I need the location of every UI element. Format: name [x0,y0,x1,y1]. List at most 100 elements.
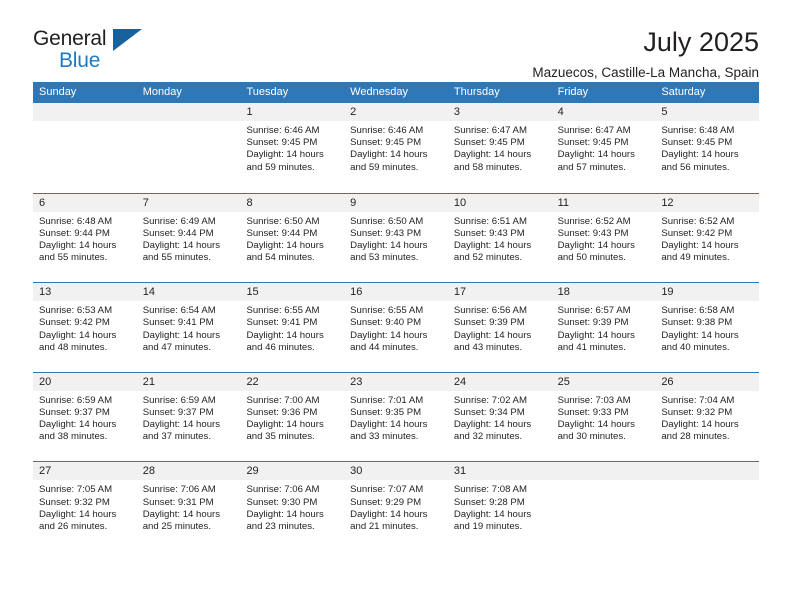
day-cell[interactable]: 5 Sunrise: 6:48 AM Sunset: 9:45 PM Daylight… [655,103,760,193]
day-sunset-text: Sunset: 9:33 PM [557,406,629,418]
day-cell[interactable]: 20 Sunrise: 6:59 AM Sunset: 9:37 PM Dayligh… [33,372,137,462]
day-daylight-1-text: Daylight: 14 hours [142,419,221,431]
day-sunrise-text: Sunrise: 6:56 AM [453,305,527,317]
day-daylight-2-text: and 41 minutes. [557,341,626,353]
day-daylight-1-text: Daylight: 14 hours [246,149,324,161]
day-cell[interactable]: 17 Sunrise: 6:56 AM Sunset: 9:39 PM Dayligh… [447,283,552,372]
general-blue-logo[interactable]: General Blue [33,28,151,74]
calendar-week-row: 6 Sunrise: 6:48 AM Sunset: 9:44 PM Daylight… [33,192,760,283]
day-cell[interactable]: 7 Sunrise: 6:49 AM Sunset: 9:44 PM Daylight… [136,193,241,283]
day-sunrise-text: Sunrise: 7:03 AM [557,394,631,406]
day-number: 10 [447,193,552,212]
day-details: Sunrise: 7:06 AM Sunset: 9:30 PM Daylight:… [240,480,344,533]
day-sunrise-text: Sunrise: 7:08 AM [453,484,527,496]
day-cell[interactable]: 22 Sunrise: 7:00 AM Sunset: 9:36 PM Dayligh… [240,372,345,462]
day-sunrise-text: Sunrise: 6:52 AM [661,215,735,227]
day-daylight-1-text: Daylight: 14 hours [39,329,117,341]
day-number: 3 [447,103,552,121]
day-cell[interactable]: 6 Sunrise: 6:48 AM Sunset: 9:44 PM Daylight… [33,193,137,283]
day-daylight-1-text: Daylight: 14 hours [453,419,532,431]
day-cell[interactable]: 10 Sunrise: 6:51 AM Sunset: 9:43 PM Dayligh… [447,193,552,283]
day-details: Sunrise: 6:54 AM Sunset: 9:41 PM Daylight:… [137,301,241,354]
day-daylight-1-text: Daylight: 14 hours [557,329,635,341]
day-details: Sunrise: 7:05 AM Sunset: 9:32 PM Daylight:… [33,480,137,533]
calendar-week-row: 27 Sunrise: 7:05 AM Sunset: 9:32 PM Dayligh… [33,461,760,551]
day-cell[interactable]: 15 Sunrise: 6:55 AM Sunset: 9:41 PM Dayligh… [240,283,345,372]
day-number [136,103,241,121]
day-sunset-text: Sunset: 9:44 PM [39,227,110,239]
day-cell[interactable]: 18 Sunrise: 6:57 AM Sunset: 9:39 PM Dayligh… [551,283,656,372]
day-number: 31 [447,462,552,481]
day-cell[interactable]: 4 Sunrise: 6:47 AM Sunset: 9:45 PM Daylight… [551,103,656,193]
day-sunrise-text: Sunrise: 7:05 AM [39,484,113,496]
day-cell[interactable]: 13 Sunrise: 6:53 AM Sunset: 9:42 PM Dayligh… [33,283,137,372]
day-details: Sunrise: 7:02 AM Sunset: 9:34 PM Daylight:… [448,391,552,444]
day-daylight-2-text: and 23 minutes. [246,520,315,532]
day-details: Sunrise: 6:55 AM Sunset: 9:40 PM Daylight:… [344,301,448,354]
day-cell[interactable]: 25 Sunrise: 7:03 AM Sunset: 9:33 PM Dayligh… [551,372,656,462]
page-header: General Blue July 2025 Mazuecos, Castill… [33,0,759,81]
day-cell[interactable]: 3 Sunrise: 6:47 AM Sunset: 9:45 PM Daylight… [447,103,552,193]
day-number: 22 [240,372,345,391]
day-details: Sunrise: 6:52 AM Sunset: 9:42 PM Daylight:… [655,212,759,265]
day-sunrise-text: Sunrise: 6:48 AM [39,215,113,227]
day-daylight-1-text: Daylight: 14 hours [453,508,532,520]
day-cell[interactable]: 9 Sunrise: 6:50 AM Sunset: 9:43 PM Daylight… [344,193,448,283]
calendar-weeks: 1 Sunrise: 6:46 AM Sunset: 9:45 PM Daylight… [33,103,760,551]
day-sunset-text: Sunset: 9:45 PM [557,137,629,149]
day-cell[interactable]: 1 Sunrise: 6:46 AM Sunset: 9:45 PM Daylight… [240,103,345,193]
day-number: 29 [240,462,345,481]
day-cell[interactable]: 27 Sunrise: 7:05 AM Sunset: 9:32 PM Dayligh… [33,462,137,551]
day-sunset-text: Sunset: 9:45 PM [246,137,318,149]
day-number: 13 [33,283,137,302]
day-details [137,121,241,125]
day-cell[interactable]: 30 Sunrise: 7:07 AM Sunset: 9:29 PM Dayligh… [344,462,448,551]
day-daylight-1-text: Daylight: 14 hours [142,329,221,341]
day-sunrise-text: Sunrise: 6:47 AM [557,125,631,136]
day-cell[interactable]: 28 Sunrise: 7:06 AM Sunset: 9:31 PM Dayligh… [136,462,241,551]
day-sunrise-text: Sunrise: 6:50 AM [246,215,320,227]
day-sunset-text: Sunset: 9:31 PM [142,496,214,508]
day-details: Sunrise: 6:55 AM Sunset: 9:41 PM Daylight:… [240,301,344,354]
day-sunrise-text: Sunrise: 6:52 AM [557,215,631,227]
day-details: Sunrise: 6:51 AM Sunset: 9:43 PM Daylight:… [448,212,552,265]
day-cell[interactable]: 8 Sunrise: 6:50 AM Sunset: 9:44 PM Daylight… [240,193,345,283]
day-cell[interactable]: 21 Sunrise: 6:59 AM Sunset: 9:37 PM Dayligh… [136,372,241,462]
day-cell[interactable]: 29 Sunrise: 7:06 AM Sunset: 9:30 PM Dayligh… [240,462,345,551]
day-sunset-text: Sunset: 9:28 PM [453,496,525,508]
day-sunrise-text: Sunrise: 6:55 AM [246,305,320,317]
day-cell[interactable]: 26 Sunrise: 7:04 AM Sunset: 9:32 PM Dayligh… [655,372,760,462]
day-daylight-1-text: Daylight: 14 hours [350,329,428,341]
day-sunrise-text: Sunrise: 7:00 AM [246,394,320,406]
day-number [551,462,656,481]
day-cell[interactable]: 24 Sunrise: 7:02 AM Sunset: 9:34 PM Dayligh… [447,372,552,462]
day-daylight-1-text: Daylight: 14 hours [661,149,739,161]
day-details: Sunrise: 6:46 AM Sunset: 9:45 PM Daylight:… [344,121,448,174]
day-daylight-1-text: Daylight: 14 hours [350,240,428,251]
day-cell[interactable]: 23 Sunrise: 7:01 AM Sunset: 9:35 PM Dayligh… [344,372,448,462]
day-number: 2 [344,103,448,121]
day-cell[interactable]: 31 Sunrise: 7:08 AM Sunset: 9:28 PM Dayligh… [447,462,552,551]
day-daylight-1-text: Daylight: 14 hours [661,240,739,251]
day-daylight-2-text: and 54 minutes. [246,252,315,264]
day-cell[interactable]: 11 Sunrise: 6:52 AM Sunset: 9:43 PM Dayligh… [551,193,656,283]
day-sunset-text: Sunset: 9:43 PM [557,227,629,239]
day-daylight-2-text: and 38 minutes. [39,431,108,443]
day-cell[interactable]: 14 Sunrise: 6:54 AM Sunset: 9:41 PM Dayligh… [136,283,241,372]
day-details: Sunrise: 6:46 AM Sunset: 9:45 PM Daylight:… [240,121,344,174]
day-sunset-text: Sunset: 9:40 PM [350,317,422,329]
day-number: 25 [551,372,656,391]
calendar-grid: Sunday Monday Tuesday Wednesday Thursday Frid… [33,82,760,551]
day-cell[interactable]: 19 Sunrise: 6:58 AM Sunset: 9:38 PM Dayligh… [655,283,760,372]
day-number: 12 [655,193,760,212]
day-sunset-text: Sunset: 9:39 PM [557,317,629,329]
day-cell[interactable]: 16 Sunrise: 6:55 AM Sunset: 9:40 PM Dayligh… [344,283,448,372]
day-daylight-2-text: and 59 minutes. [350,161,419,173]
day-number: 17 [447,283,552,302]
day-daylight-2-text: and 46 minutes. [246,341,315,353]
day-daylight-2-text: and 48 minutes. [39,341,108,353]
day-cell[interactable]: 12 Sunrise: 6:52 AM Sunset: 9:42 PM Dayligh… [655,193,760,283]
day-number: 16 [344,283,448,302]
day-cell[interactable]: 2 Sunrise: 6:46 AM Sunset: 9:45 PM Daylight… [344,103,448,193]
day-daylight-2-text: and 52 minutes. [453,252,523,264]
